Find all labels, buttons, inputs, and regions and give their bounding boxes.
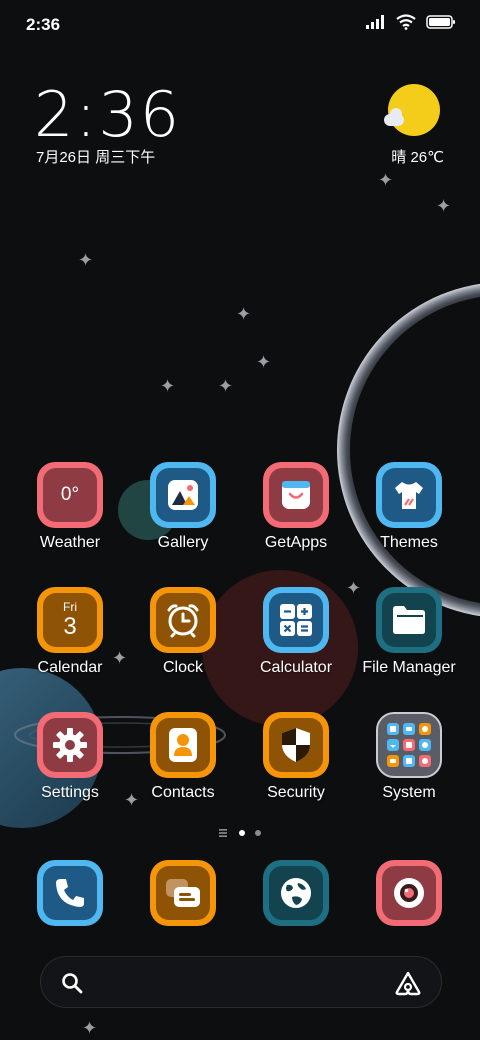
app-calculator[interactable]: Calculator [240, 587, 352, 677]
clock-widget-time[interactable]: 2:36 [34, 78, 181, 151]
app-settings[interactable]: Settings [14, 712, 126, 802]
star: ✦ [78, 250, 94, 271]
camera-icon [376, 860, 442, 926]
assistant-icon[interactable] [393, 970, 423, 996]
app-security[interactable]: Security [240, 712, 352, 802]
app-clock[interactable]: Clock [127, 587, 239, 677]
dock-camera[interactable] [376, 860, 442, 926]
app-label: Contacts [151, 784, 215, 801]
app-getapps[interactable]: GetApps [240, 462, 352, 552]
app-label: System [382, 784, 436, 801]
dock-phone[interactable] [37, 860, 103, 926]
planet-dark [350, 297, 480, 603]
app-file-manager[interactable]: File Manager [353, 587, 465, 677]
app-label: Weather [39, 534, 101, 551]
sun-cloud-icon [384, 84, 440, 136]
wifi-icon [396, 14, 416, 30]
themes-icon [376, 462, 442, 528]
app-label: Calculator [259, 659, 333, 676]
app-label: Calendar [37, 659, 103, 676]
battery-icon [426, 15, 455, 29]
calendar-icon: Fri 3 [37, 587, 103, 653]
dock-browser[interactable] [263, 860, 329, 926]
page-dot-active [239, 830, 245, 836]
contacts-icon [150, 712, 216, 778]
page-indicator[interactable] [0, 829, 480, 837]
browser-icon [263, 860, 329, 926]
star: ✦ [256, 352, 272, 373]
phone-icon [37, 860, 103, 926]
app-calendar[interactable]: Fri 3 Calendar [14, 587, 126, 677]
star: ✦ [160, 376, 176, 397]
page-dot [255, 830, 261, 836]
menu-lines-icon [219, 829, 227, 837]
dock-messages[interactable] [150, 860, 216, 926]
star: ✦ [378, 170, 394, 191]
clock-widget-date: 7月26日 周三下午 [36, 149, 156, 166]
signal-icon [366, 15, 384, 29]
star: ✦ [82, 1018, 98, 1039]
calendar-date: 3 [63, 613, 77, 640]
status-bar: 2:36 [0, 0, 480, 50]
weather-widget[interactable] [384, 84, 444, 136]
folder-icon [376, 712, 442, 778]
app-label: File Manager [362, 659, 456, 676]
app-label: GetApps [264, 534, 328, 551]
weather-icon-value: 0° [60, 484, 80, 505]
clock-icon [150, 587, 216, 653]
star: ✦ [218, 376, 234, 397]
calculator-icon [263, 587, 329, 653]
app-system-folder[interactable]: System [353, 712, 465, 802]
weather-icon: 0° [37, 462, 103, 528]
search-bar[interactable] [40, 956, 442, 1008]
weather-widget-text: 晴 26℃ [391, 146, 444, 167]
messages-icon [150, 860, 216, 926]
security-icon [263, 712, 329, 778]
app-gallery[interactable]: Gallery [127, 462, 239, 552]
status-icons [366, 14, 456, 30]
app-label: Themes [380, 534, 438, 551]
app-contacts[interactable]: Contacts [127, 712, 239, 802]
app-weather[interactable]: 0° Weather [14, 462, 126, 552]
calendar-day: Fri [63, 600, 77, 614]
weather-condition: 晴 [391, 149, 407, 166]
settings-icon [37, 712, 103, 778]
app-label: Gallery [157, 534, 209, 551]
app-label: Security [267, 784, 325, 801]
star: ✦ [436, 196, 452, 217]
app-label: Settings [41, 784, 99, 801]
status-time: 2:36 [26, 15, 61, 34]
star: ✦ [236, 304, 252, 325]
weather-temperature: 26℃ [410, 149, 444, 166]
search-icon[interactable] [61, 972, 83, 994]
getapps-icon [263, 462, 329, 528]
app-label: Clock [162, 659, 203, 676]
app-themes[interactable]: Themes [353, 462, 465, 552]
file-manager-icon [376, 587, 442, 653]
gallery-icon [150, 462, 216, 528]
